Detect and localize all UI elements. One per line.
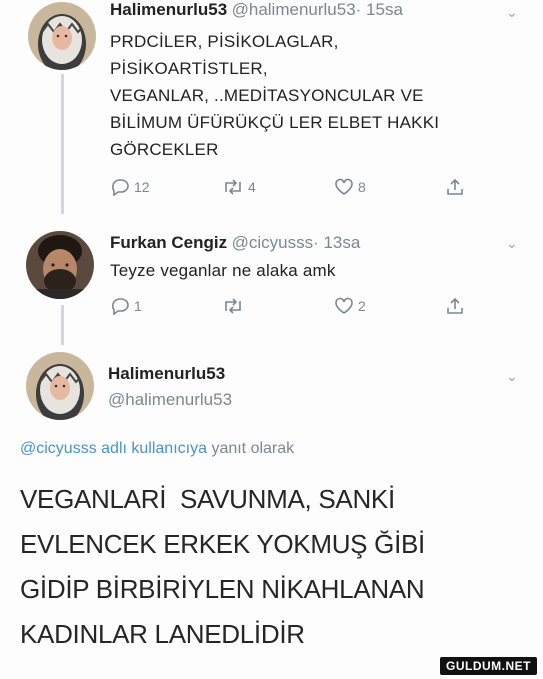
tweet-body: PRDCİLER, PİSİKOLAGLAR, PİSİKOARTİSTLER,… [110,28,439,163]
reply-icon [110,178,130,196]
reply-context: @cicyusss adlı kullanıcıya yanıt olarak [20,440,294,458]
thread-line [61,74,64,214]
heart-icon [334,178,354,196]
retweet-count: 4 [248,179,256,195]
timestamp[interactable]: · 13sa [313,233,360,252]
share-icon [446,297,464,315]
like-count: 8 [358,179,366,195]
share-icon [446,178,464,196]
retweet-icon [222,178,244,196]
thread-line [61,305,64,345]
tweet-body-large: VEGANLARİ SAVUNMA, SANKİ EVLENCEK ERKEK … [20,477,520,657]
retweet-icon [222,297,244,315]
reply-icon [110,297,130,315]
handle[interactable]: @halimenurlu53 [232,0,356,19]
like-button[interactable]: 8 [334,178,446,196]
tweet-body: Teyze veganlar ne alaka amk [110,261,336,280]
tweet-header: Halimenurlu53 @halimenurlu53 [108,364,232,410]
tweet-line: VEGANLARİ SAVUNMA, SANKİ [20,484,395,514]
reply-mention-link[interactable]: @cicyusss adlı kullanıcıya [20,440,207,457]
display-name[interactable]: Halimenurlu53 [110,0,227,19]
tweet-line: GİDİP BİRBİRİYLEN NİKAHLANAN [20,574,425,604]
retweet-button[interactable]: 4 [222,178,334,196]
tweet-header: Halimenurlu53 @halimenurlu53· 15sa [110,0,403,20]
tweet-line: PİSİKOARTİSTLER, [110,59,268,78]
watermark: GULDUM.NET [440,657,537,675]
reply-button[interactable]: 12 [110,178,222,196]
share-button[interactable] [446,297,464,315]
tweet-2[interactable]: Furkan Cengiz @cicyusss· 13sa ⌄ Teyze ve… [0,225,543,340]
handle[interactable]: @halimenurlu53 [108,390,232,410]
retweet-button[interactable] [222,297,334,315]
avatar[interactable] [26,352,94,420]
reply-count: 1 [134,298,142,314]
tweet-header: Furkan Cengiz @cicyusss· 13sa [110,233,360,253]
tweet-line: GÖRCEKLER [110,140,219,159]
reply-count: 12 [134,179,150,195]
like-button[interactable]: 2 [334,297,446,315]
avatar[interactable] [28,2,96,70]
tweet-line: PRDCİLER, PİSİKOLAGLAR, [110,32,339,51]
like-count: 2 [358,298,366,314]
chevron-down-icon[interactable]: ⌄ [506,368,518,385]
share-button[interactable] [446,178,464,196]
tweet-line: BİLİMUM ÜFÜRÜKÇÜ LER ELBET HAKKI [110,113,440,132]
reply-suffix: yanıt olarak [211,440,295,457]
chevron-down-icon[interactable]: ⌄ [506,235,518,252]
avatar[interactable] [26,231,94,299]
tweet-line: EVLENCEK ERKEK YOKMUŞ ĞİBİ [20,529,425,559]
tweet-1[interactable]: Halimenurlu53 @halimenurlu53· 15sa ⌄ PRD… [0,0,543,215]
chevron-down-icon[interactable]: ⌄ [506,4,518,21]
action-bar: 12 4 8 [110,178,464,196]
display-name[interactable]: Halimenurlu53 [108,364,232,384]
reply-button[interactable]: 1 [110,297,222,315]
heart-icon [334,297,354,315]
action-bar: 1 2 [110,297,464,315]
tweet-line: VEGANLAR, ..MEDİTASYONCULAR VE [110,86,424,105]
timestamp[interactable]: · 15sa [356,0,403,19]
display-name[interactable]: Furkan Cengiz [110,233,227,252]
handle[interactable]: @cicyusss [232,233,314,252]
tweet-line: KADINLAR LANEDLİDİR [20,619,305,649]
